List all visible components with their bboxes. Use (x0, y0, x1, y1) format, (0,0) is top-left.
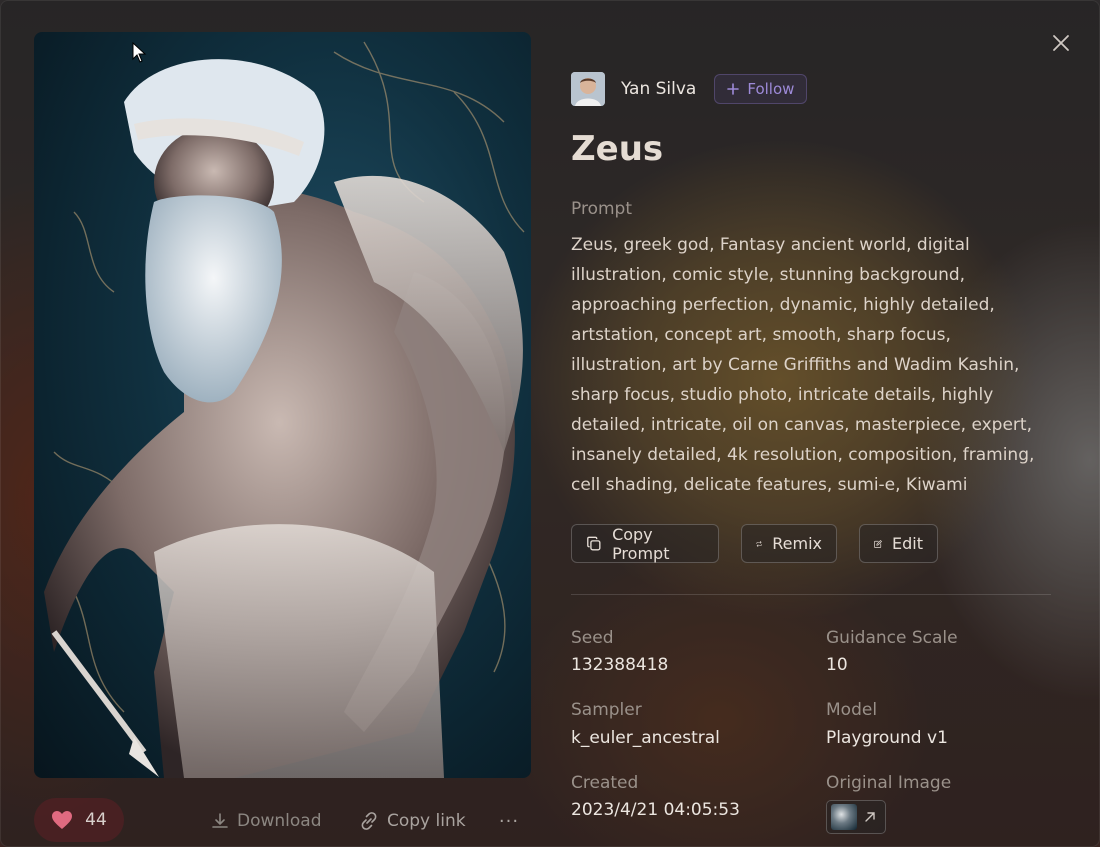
guidance-scale-label: Guidance Scale (826, 628, 958, 648)
original-image-thumbnail (831, 804, 857, 830)
model-label: Model (826, 700, 878, 720)
more-icon: ··· (498, 810, 520, 832)
model-value: Playground v1 (826, 728, 948, 748)
plus-icon (727, 83, 740, 95)
created-value: 2023/4/21 04:05:53 (571, 800, 740, 820)
copy-prompt-label: Copy Prompt (612, 524, 670, 563)
heart-icon (52, 811, 73, 829)
copy-link-label: Copy link (387, 811, 466, 831)
remix-icon (756, 540, 762, 547)
avatar-image (571, 72, 605, 106)
page-title: Zeus (571, 129, 664, 169)
divider (571, 594, 1051, 595)
follow-button[interactable]: Follow (714, 74, 808, 104)
prompt-text: Zeus, greek god, Fantasy ancient world, … (571, 235, 1035, 495)
like-count: 44 (85, 810, 107, 830)
sampler-label: Sampler (571, 700, 642, 720)
mouse-cursor-icon (132, 42, 147, 63)
artwork-image[interactable] (34, 32, 531, 778)
edit-label: Edit (892, 534, 923, 553)
link-icon (361, 812, 377, 830)
remix-button[interactable]: Remix (741, 524, 837, 563)
copy-prompt-button[interactable]: Copy Prompt (571, 524, 719, 563)
author-row: Yan Silva Follow (571, 72, 808, 106)
like-button[interactable]: 44 (34, 798, 124, 842)
edit-button[interactable]: Edit (859, 524, 938, 563)
edit-icon (874, 539, 882, 548)
arrow-up-right-icon (865, 812, 875, 822)
author-name[interactable]: Yan Silva (621, 79, 696, 99)
remix-label: Remix (772, 534, 822, 553)
zeus-illustration (44, 41, 525, 778)
seed-value: 132388418 (571, 655, 669, 675)
guidance-scale-value: 10 (826, 655, 848, 675)
avatar[interactable] (571, 72, 605, 106)
created-label: Created (571, 773, 639, 793)
more-options-button[interactable]: ··· (497, 807, 521, 835)
seed-label: Seed (571, 628, 614, 648)
download-label: Download (237, 811, 322, 831)
prompt-label: Prompt (571, 199, 632, 219)
copy-icon (587, 536, 601, 550)
follow-label: Follow (747, 80, 795, 98)
download-icon (212, 813, 228, 828)
original-image-link[interactable] (826, 800, 886, 834)
close-icon (1053, 35, 1069, 51)
copy-link-button[interactable]: Copy link (359, 807, 466, 835)
close-button[interactable] (1047, 29, 1075, 57)
original-image-label: Original Image (826, 773, 952, 793)
image-detail-modal: 44 Download Copy link ··· Yan Silva Foll… (0, 0, 1100, 847)
download-button[interactable]: Download (211, 807, 322, 835)
sampler-value: k_euler_ancestral (571, 728, 720, 748)
